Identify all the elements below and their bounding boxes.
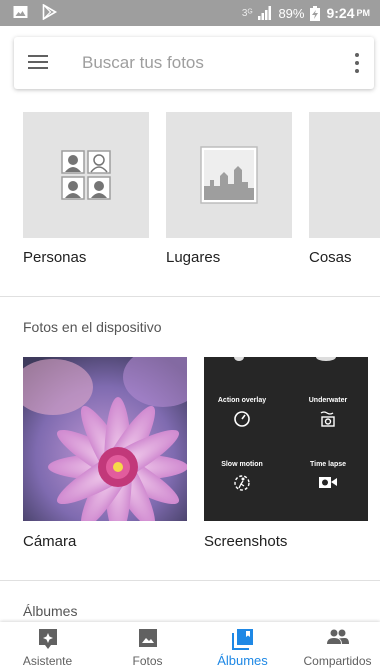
- folder-screenshots-thumbnail[interactable]: Action overlay Underwater Slow motion Ti…: [204, 357, 368, 521]
- search-input[interactable]: Buscar tus fotos: [82, 53, 204, 73]
- nav-shared[interactable]: Compartidos: [290, 622, 380, 670]
- clock: 9:24: [326, 5, 355, 21]
- underwater-camera-icon: [320, 411, 335, 427]
- gauge-icon: [234, 411, 250, 427]
- people-icon: [326, 629, 349, 644]
- albums-icon: [231, 629, 253, 650]
- status-bar: 3ᴳ 89% 9:24 PM: [0, 0, 380, 26]
- divider: [0, 580, 380, 581]
- more-vert-icon[interactable]: [352, 51, 362, 75]
- category-label-places: Lugares: [166, 249, 221, 266]
- nav-label-assistant: Asistente: [22, 654, 73, 668]
- category-label-people: Personas: [23, 249, 87, 266]
- battery-charging-icon: [310, 5, 321, 21]
- nav-albums[interactable]: Álbumes: [195, 622, 290, 670]
- nav-label-photos: Fotos: [132, 654, 163, 668]
- menu-icon[interactable]: [28, 53, 50, 71]
- play-store-icon: [42, 4, 58, 20]
- nav-label-albums: Álbumes: [217, 653, 268, 668]
- signal-icon: [258, 6, 272, 20]
- category-label-things: Cosas: [309, 249, 352, 266]
- flower-photo: [23, 357, 187, 521]
- nav-assistant[interactable]: Asistente: [0, 622, 95, 670]
- category-places[interactable]: [166, 112, 292, 238]
- clock-ampm: PM: [356, 8, 371, 18]
- category-people[interactable]: [23, 112, 149, 238]
- nav-label-shared: Compartidos: [303, 654, 372, 668]
- network-type: 3ᴳ: [241, 7, 253, 19]
- time-lapse-icon: [319, 477, 337, 488]
- search-bar[interactable]: Buscar tus fotos: [14, 37, 374, 89]
- folder-camera-thumbnail[interactable]: [23, 357, 187, 521]
- battery-percent: 89%: [278, 5, 305, 21]
- folder-label-screenshots: Screenshots: [204, 533, 288, 550]
- nav-photos[interactable]: Fotos: [100, 622, 195, 670]
- photo-icon: [138, 629, 157, 647]
- screenshot-feature-slow-motion: Slow motion: [212, 461, 272, 492]
- device-section-title: Fotos en el dispositivo: [23, 319, 162, 335]
- divider: [0, 296, 380, 297]
- folder-label-camera: Cámara: [23, 533, 77, 550]
- assistant-icon: [38, 629, 57, 649]
- slow-motion-icon: [234, 475, 250, 491]
- gallery-notification-icon: [13, 6, 28, 18]
- screenshot-feature-time-lapse: Time lapse: [298, 461, 358, 490]
- landscape-icon: [200, 146, 258, 204]
- screenshot-feature-underwater: Underwater: [298, 397, 358, 428]
- albums-section-title: Álbumes: [23, 603, 78, 619]
- screenshot-dot: [316, 357, 336, 361]
- category-things[interactable]: [309, 112, 380, 238]
- screenshot-dot: [234, 357, 244, 361]
- bottom-navigation: Asistente Fotos Álbumes Compartidos: [0, 622, 380, 670]
- people-grid-icon: [61, 150, 111, 200]
- screenshot-feature-action-overlay: Action overlay: [212, 397, 272, 428]
